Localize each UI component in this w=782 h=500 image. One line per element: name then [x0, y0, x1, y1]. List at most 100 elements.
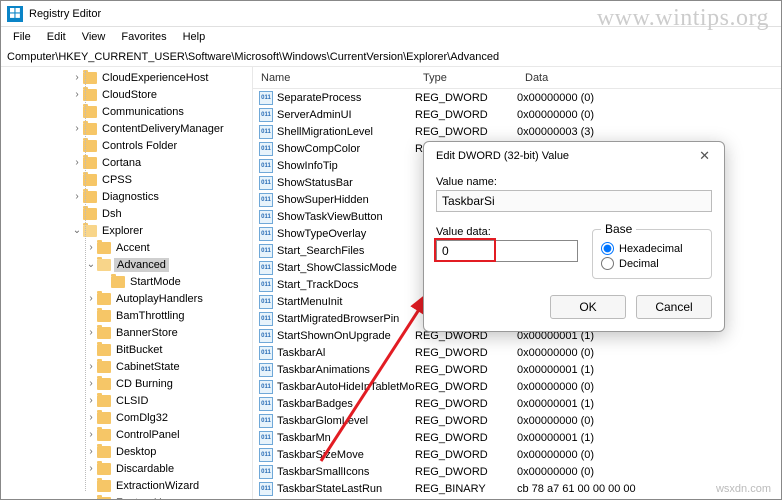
tree-item[interactable]: › CloudExperienceHost — [1, 69, 252, 86]
list-row[interactable]: 011TaskbarSizeMoveREG_DWORD0x00000000 (0… — [253, 446, 781, 463]
list-row[interactable]: 011TaskbarMnREG_DWORD0x00000001 (1) — [253, 429, 781, 446]
tree-item[interactable]: ›Discardable — [1, 460, 252, 477]
radio-hex-input[interactable] — [601, 242, 614, 255]
menu-help[interactable]: Help — [175, 29, 214, 45]
tree-item[interactable]: ›FeatureUsage — [1, 494, 252, 499]
tree-item[interactable]: ›BannerStore — [1, 324, 252, 341]
column-name[interactable]: Name — [253, 69, 415, 87]
list-row[interactable]: 011WebViewREG_DWORD0x00000001 (1) — [253, 497, 781, 499]
tree-label: ComDlg32 — [114, 412, 170, 424]
value-name: ServerAdminUI — [277, 109, 415, 121]
list-header: Name Type Data — [253, 67, 781, 89]
tree-item[interactable]: ·Controls Folder — [1, 137, 252, 154]
tree-label: CLSID — [114, 395, 150, 407]
tree-item[interactable]: › ComDlg32 — [1, 409, 252, 426]
tree-label: CloudExperienceHost — [100, 72, 210, 84]
chevron-right-icon[interactable]: › — [71, 191, 83, 202]
menu-favorites[interactable]: Favorites — [113, 29, 174, 45]
chevron-right-icon[interactable]: › — [85, 361, 97, 372]
list-row[interactable]: 011ServerAdminUIREG_DWORD0x00000000 (0) — [253, 106, 781, 123]
radio-dec-input[interactable] — [601, 257, 614, 270]
chevron-right-icon[interactable]: › — [85, 463, 97, 474]
value-type: REG_DWORD — [415, 126, 517, 138]
tree-label: Desktop — [114, 446, 158, 458]
chevron-right-icon[interactable]: › — [85, 242, 97, 253]
radio-hex[interactable]: Hexadecimal — [601, 242, 703, 255]
chevron-right-icon[interactable]: › — [85, 429, 97, 440]
reg-value-icon: 011 — [259, 278, 273, 292]
chevron-right-icon[interactable]: › — [85, 378, 97, 389]
folder-icon — [97, 497, 111, 500]
list-row[interactable]: 011TaskbarSmallIconsREG_DWORD0x00000000 … — [253, 463, 781, 480]
tree-item[interactable]: › CLSID — [1, 392, 252, 409]
chevron-right-icon[interactable]: › — [85, 293, 97, 304]
menu-file[interactable]: File — [5, 29, 39, 45]
chevron-right-icon[interactable]: › — [85, 395, 97, 406]
folder-icon — [97, 412, 111, 424]
ok-button[interactable]: OK — [550, 295, 626, 319]
value-name: StartMigratedBrowserPin — [277, 313, 415, 325]
list-row[interactable]: 011TaskbarAnimationsREG_DWORD0x00000001 … — [253, 361, 781, 378]
value-type: REG_DWORD — [415, 398, 517, 410]
folder-icon — [97, 480, 111, 492]
tree-item[interactable]: › ContentDeliveryManager — [1, 120, 252, 137]
tree-item[interactable]: ·BamThrottling — [1, 307, 252, 324]
chevron-down-icon[interactable]: ⌄ — [71, 225, 83, 236]
menu-view[interactable]: View — [74, 29, 114, 45]
tree-item[interactable]: ·ExtractionWizard — [1, 477, 252, 494]
tree-item[interactable]: ·Dsh — [1, 205, 252, 222]
close-icon[interactable]: ✕ — [695, 148, 714, 164]
list-row[interactable]: 011TaskbarAutoHideInTabletModeREG_DWORD0… — [253, 378, 781, 395]
tree-item[interactable]: › Desktop — [1, 443, 252, 460]
list-row[interactable]: 011TaskbarBadgesREG_DWORD0x00000001 (1) — [253, 395, 781, 412]
folder-icon — [97, 310, 111, 322]
reg-value-icon: 011 — [259, 448, 273, 462]
menu-edit[interactable]: Edit — [39, 29, 74, 45]
tree-label: Advanced — [114, 258, 169, 272]
value-data-field[interactable] — [436, 240, 578, 262]
tree-item[interactable]: ›CabinetState — [1, 358, 252, 375]
tree-view[interactable]: › CloudExperienceHost ›CloudStore·Communic… — [1, 67, 253, 499]
chevron-right-icon[interactable]: › — [85, 412, 97, 423]
list-row[interactable]: 011TaskbarStateLastRunREG_BINARYcb 78 a7… — [253, 480, 781, 497]
list-row[interactable]: 011TaskbarAlREG_DWORD0x00000000 (0) — [253, 344, 781, 361]
chevron-right-icon[interactable]: › — [71, 157, 83, 168]
tree-item[interactable]: ⌄Explorer — [1, 222, 252, 239]
radio-dec[interactable]: Decimal — [601, 257, 703, 270]
reg-value-icon: 011 — [259, 193, 273, 207]
column-type[interactable]: Type — [415, 69, 517, 87]
tree-item[interactable]: ·CPSS — [1, 171, 252, 188]
cancel-button[interactable]: Cancel — [636, 295, 712, 319]
tree-item[interactable]: ›ControlPanel — [1, 426, 252, 443]
value-data: 0x00000001 (1) — [517, 432, 781, 444]
column-data[interactable]: Data — [517, 69, 781, 87]
tree-item[interactable]: ·StartMode — [1, 273, 252, 290]
chevron-right-icon[interactable]: › — [71, 89, 83, 100]
tree-item[interactable]: ›Cortana — [1, 154, 252, 171]
menu-bar: File Edit View Favorites Help — [1, 27, 781, 47]
chevron-right-icon[interactable]: › — [85, 446, 97, 457]
chevron-right-icon[interactable]: › — [85, 327, 97, 338]
tree-item[interactable]: ›AutoplayHandlers — [1, 290, 252, 307]
chevron-right-icon[interactable]: › — [85, 497, 97, 499]
list-row[interactable]: 011ShellMigrationLevelREG_DWORD0x0000000… — [253, 123, 781, 140]
chevron-right-icon[interactable]: › — [71, 72, 83, 83]
tree-item[interactable]: ›CD Burning — [1, 375, 252, 392]
value-type: REG_DWORD — [415, 432, 517, 444]
tree-item[interactable]: ›CloudStore — [1, 86, 252, 103]
list-row[interactable]: 011SeparateProcessREG_DWORD0x00000000 (0… — [253, 89, 781, 106]
chevron-down-icon[interactable]: ⌄ — [85, 259, 97, 270]
tree-label: ContentDeliveryManager — [100, 123, 226, 135]
value-data: cb 78 a7 61 00 00 00 00 — [517, 483, 781, 495]
tree-item[interactable]: ›Accent — [1, 239, 252, 256]
tree-item[interactable]: ⌄ Advanced — [1, 256, 252, 273]
chevron-right-icon[interactable]: › — [71, 123, 83, 134]
value-type: REG_DWORD — [415, 466, 517, 478]
list-row[interactable]: 011TaskbarGlomLevelREG_DWORD0x00000000 (… — [253, 412, 781, 429]
folder-icon — [97, 327, 111, 339]
tree-item[interactable]: ·Communications — [1, 103, 252, 120]
address-bar[interactable]: Computer\HKEY_CURRENT_USER\Software\Micr… — [1, 47, 781, 67]
value-type: REG_DWORD — [415, 92, 517, 104]
tree-item[interactable]: ·BitBucket — [1, 341, 252, 358]
tree-item[interactable]: ›Diagnostics — [1, 188, 252, 205]
